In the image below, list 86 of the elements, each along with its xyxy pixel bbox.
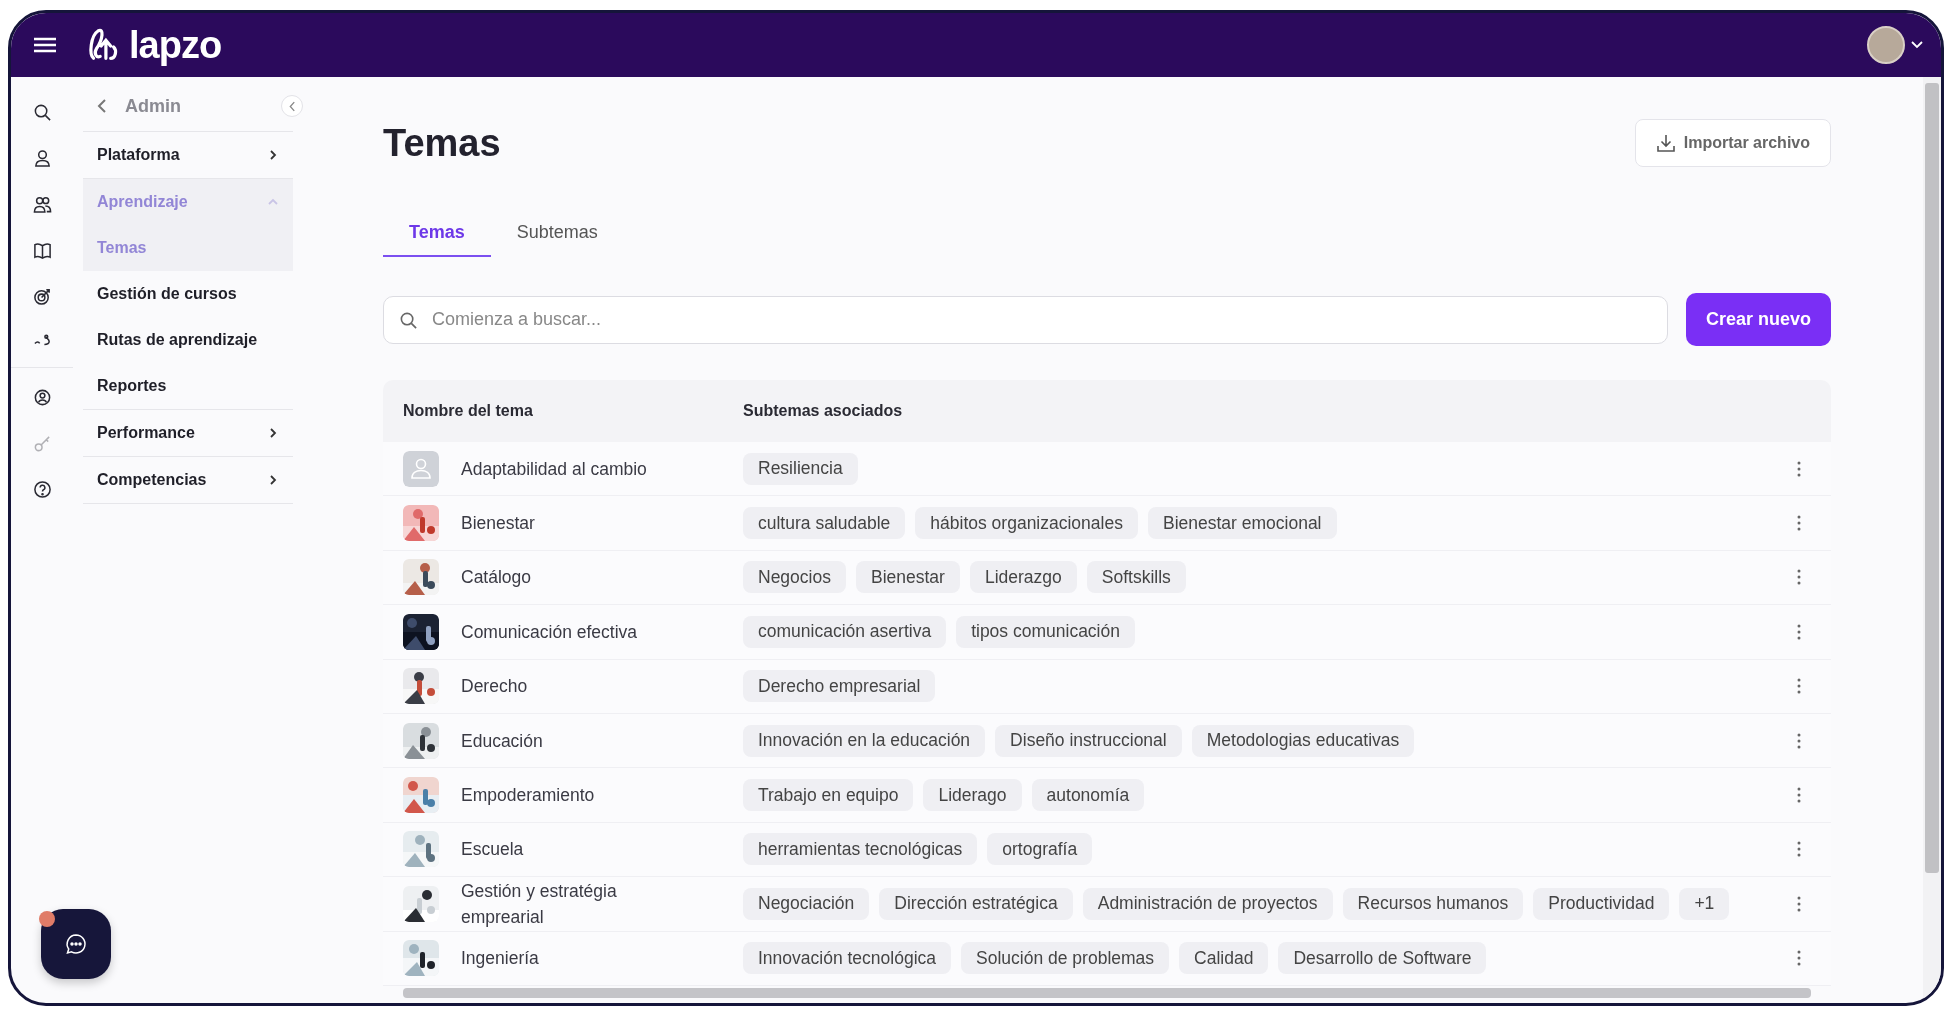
subtopic-tag: Negociación [743, 887, 870, 920]
subtopic-tag: Diseño instruccional [995, 724, 1182, 757]
subtopic-tag: Dirección estratégica [879, 887, 1073, 920]
subtopic-tag: comunicación asertiva [743, 615, 947, 648]
subtopic-tag: ortografía [987, 833, 1093, 866]
topic-name: Educación [461, 729, 544, 753]
subtopic-tag: cultura saludable [743, 507, 906, 540]
topic-name: Derecho [461, 675, 529, 699]
chevron-right-icon [267, 474, 279, 486]
subtopic-tag: Administración de proyectos [1082, 887, 1333, 920]
subtopic-tag: Innovación en la educación [743, 724, 986, 757]
topic-name: Empoderamiento [461, 783, 596, 807]
create-button[interactable]: Crear nuevo [1685, 293, 1831, 346]
page-title: Temas [383, 121, 501, 165]
subtopic-tag: Liderazgo [969, 561, 1077, 594]
more-options-icon[interactable] [1797, 787, 1801, 804]
more-options-icon[interactable] [1797, 623, 1801, 640]
chevron-down-icon[interactable] [1911, 41, 1923, 49]
subtopic-tag: tipos comunicación [956, 615, 1135, 648]
more-options-icon[interactable] [1797, 678, 1801, 695]
topic-name: Escuela [461, 838, 525, 862]
avatar[interactable] [1867, 26, 1905, 64]
tab[interactable]: Temas [383, 209, 491, 257]
subtopic-tag: Trabajo en equipo [743, 779, 914, 812]
subtopic-tag: Resiliencia [743, 452, 858, 485]
more-count-tag[interactable]: +1 [1679, 887, 1730, 920]
column-header: Nombre del tema [403, 402, 534, 420]
scrollbar-thumb[interactable] [1925, 83, 1939, 873]
sidebar-item[interactable]: Rutas de aprendizaje [83, 317, 293, 363]
subtopic-tag: Calidad [1179, 942, 1269, 975]
topic-name: Gestión y estratégia emprearial [461, 879, 618, 929]
subtopic-tag: Softskills [1086, 561, 1186, 594]
menu-icon[interactable] [33, 36, 57, 54]
chat-button[interactable] [41, 909, 111, 979]
topic-name: Comunicación efectiva [461, 620, 639, 644]
search-icon[interactable] [32, 102, 52, 122]
chat-bubble-icon [64, 932, 88, 956]
subtopic-tag: Innovación tecnológica [743, 942, 952, 975]
topic-name: Adaptabilidad al cambio [461, 457, 648, 481]
help-icon[interactable] [32, 479, 52, 499]
subtopic-tag: Recursos humanos [1342, 887, 1524, 920]
sidebar-item[interactable]: Competencias [83, 457, 293, 503]
subtopic-tag: Solución de problemas [961, 942, 1170, 975]
subtopic-tag: Bienestar [855, 561, 960, 594]
book-icon[interactable] [32, 240, 52, 260]
subtopic-tag: Derecho empresarial [743, 670, 936, 703]
chevron-right-icon [267, 427, 279, 439]
users-icon[interactable] [32, 194, 52, 214]
download-icon [1655, 133, 1676, 153]
subtopic-tag: Productividad [1533, 887, 1670, 920]
user-placeholder-icon [403, 450, 439, 487]
column-header: Subtemas asociados [743, 402, 903, 420]
more-options-icon[interactable] [1797, 569, 1801, 586]
subtopic-tag: hábitos organizacionales [915, 507, 1138, 540]
badge-icon[interactable] [32, 387, 52, 407]
section-title: Admin [125, 95, 182, 117]
more-options-icon[interactable] [1797, 841, 1801, 858]
subtopic-tag: Liderago [923, 779, 1022, 812]
more-options-icon[interactable] [1797, 950, 1801, 967]
topic-name: Bienestar [461, 511, 536, 535]
topic-name: Ingeniería [461, 947, 540, 971]
logo-text: lapzo [129, 23, 222, 67]
more-options-icon[interactable] [1797, 732, 1801, 749]
subtopic-tag: Bienestar emocional [1147, 507, 1337, 540]
subtopic-tag: Desarrollo de Software [1278, 942, 1487, 975]
subtopic-tag: autonomía [1031, 779, 1145, 812]
sidebar-item[interactable]: Plataforma [83, 132, 293, 178]
import-button[interactable]: Importar archivo [1634, 119, 1831, 167]
sidebar-item[interactable]: Performance [83, 410, 293, 456]
search-field[interactable]: Comienza a buscar... [383, 295, 1668, 344]
chevron-left-icon [288, 100, 296, 112]
subtopic-tag: herramientas tecnológicas [743, 833, 978, 866]
topic-name: Catálogo [461, 566, 533, 590]
collapse-sidebar-button[interactable] [281, 95, 303, 117]
target-icon[interactable] [32, 286, 52, 306]
subtopic-tag: Metodologias educativas [1191, 724, 1415, 757]
horizontal-scrollbar[interactable] [403, 987, 1811, 998]
user-icon[interactable] [32, 148, 52, 168]
sidebar-item[interactable]: Gestión de cursos [83, 271, 293, 317]
sidebar-item[interactable]: Reportes [83, 363, 293, 409]
subtopic-tag: Negocios [743, 561, 846, 594]
more-options-icon[interactable] [1797, 515, 1801, 532]
tab[interactable]: Subtemas [490, 209, 624, 257]
more-options-icon[interactable] [1797, 460, 1801, 477]
more-options-icon[interactable] [1797, 895, 1801, 912]
chevron-right-icon [267, 149, 279, 161]
